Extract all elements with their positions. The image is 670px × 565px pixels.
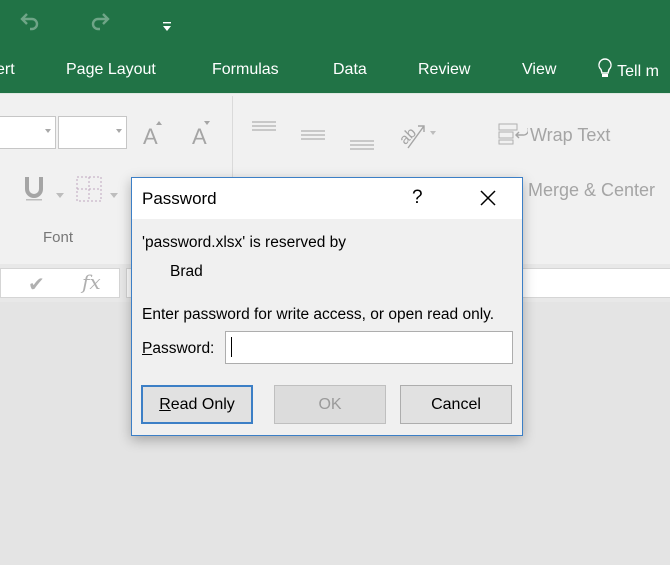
orientation-icon[interactable]: ab: [396, 118, 438, 154]
dialog-title: Password: [142, 189, 217, 208]
tab-view[interactable]: View: [522, 61, 556, 79]
underline-dropdown-icon[interactable]: [56, 184, 64, 203]
tab-formulas[interactable]: Formulas: [212, 61, 279, 79]
reserved-by-user: Brad: [170, 263, 203, 280]
tab-data[interactable]: Data: [333, 61, 367, 79]
decrease-font-size-icon[interactable]: A: [192, 120, 214, 150]
tab-review[interactable]: Review: [418, 61, 470, 79]
name-box[interactable]: [0, 268, 120, 298]
underline-icon[interactable]: [24, 175, 48, 207]
borders-dropdown-icon[interactable]: [110, 184, 118, 203]
chevron-down-icon: [116, 129, 122, 133]
ok-button[interactable]: OK: [274, 385, 386, 424]
dialog-title-bar: Password ?: [132, 178, 522, 219]
enter-checkmark-icon[interactable]: ✔: [28, 272, 45, 296]
svg-text:A: A: [143, 124, 158, 146]
insert-function-icon[interactable]: fx: [82, 270, 101, 294]
help-button[interactable]: ?: [412, 187, 423, 209]
bottom-align-icon[interactable]: [350, 136, 376, 155]
undo-icon[interactable]: [18, 9, 42, 39]
svg-text:A: A: [192, 124, 207, 146]
password-label-text: assword:: [152, 340, 215, 357]
password-dialog: Password ? 'password.xlsx' is reserved b…: [131, 177, 523, 436]
chevron-down-icon: [45, 129, 51, 133]
customize-qat-icon[interactable]: [162, 14, 172, 39]
read-only-button[interactable]: Read Only: [141, 385, 253, 424]
password-label-accelerator: P: [142, 340, 153, 357]
font-size-dropdown[interactable]: [58, 116, 127, 149]
increase-font-size-icon[interactable]: A: [143, 120, 165, 150]
tell-me-label: Tell m: [617, 63, 659, 80]
text-caret: [231, 337, 232, 357]
close-button[interactable]: [476, 186, 500, 210]
password-input[interactable]: [225, 331, 513, 364]
top-align-icon[interactable]: [252, 117, 278, 136]
tab-page-layout[interactable]: Page Layout: [66, 61, 156, 79]
cancel-button[interactable]: Cancel: [400, 385, 512, 424]
instruction-text: Enter password for write access, or open…: [142, 306, 495, 323]
tell-me-search[interactable]: Tell m: [597, 58, 659, 81]
ribbon-tabs: ert Page Layout Formulas Data Review Vie…: [0, 48, 670, 93]
redo-icon[interactable]: [88, 9, 112, 39]
tab-insert[interactable]: ert: [0, 61, 15, 79]
lightbulb-icon: [597, 58, 617, 80]
font-group-label: Font: [43, 229, 74, 246]
wrap-text-button[interactable]: Wrap Text: [530, 125, 610, 146]
font-name-dropdown[interactable]: [0, 116, 56, 149]
title-bar: [0, 0, 670, 48]
wrap-text-icon[interactable]: [498, 122, 530, 150]
borders-icon[interactable]: [76, 176, 102, 206]
password-label: Password:: [142, 340, 214, 358]
reserved-message: 'password.xlsx' is reserved by: [142, 234, 347, 251]
close-icon: [480, 190, 496, 206]
read-only-accelerator: R: [159, 395, 171, 413]
read-only-label: ead Only: [170, 395, 235, 413]
middle-align-icon[interactable]: [301, 126, 327, 145]
merge-center-button[interactable]: Merge & Center: [528, 180, 655, 201]
